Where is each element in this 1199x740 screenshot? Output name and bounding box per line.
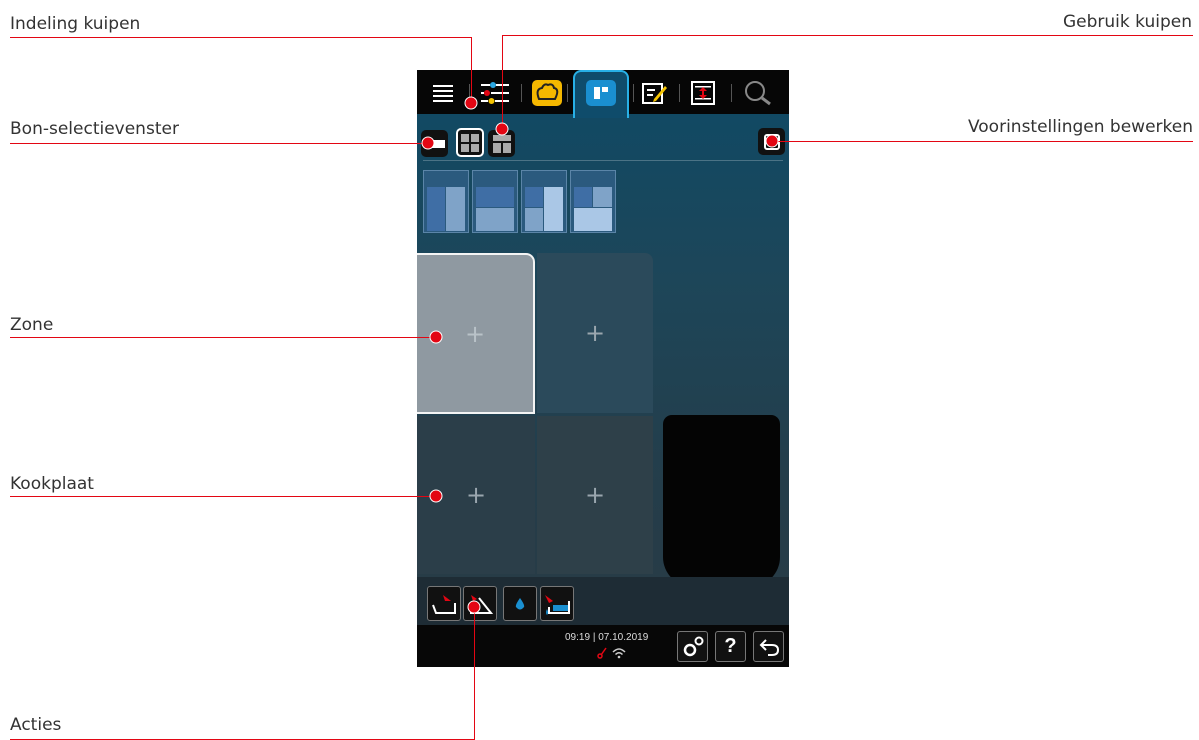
edit-button[interactable] (637, 76, 673, 110)
chef-hat-icon (532, 80, 562, 106)
callout-indeling-kuipen: Indeling kuipen (10, 14, 141, 34)
preset-layout-3[interactable] (521, 170, 567, 233)
callout-line (10, 143, 428, 144)
gears-icon (683, 636, 703, 656)
callout-line (10, 337, 436, 338)
date-text: 07.10.2019 (598, 632, 649, 643)
add-zone-symbol: + (465, 481, 487, 509)
add-zone-symbol: + (584, 319, 606, 347)
chef-button[interactable] (529, 76, 565, 110)
wells-layout-button[interactable] (456, 128, 484, 157)
divider (679, 84, 680, 102)
callout-voorinstellingen-bewerken: Voorinstellingen bewerken (967, 117, 1193, 137)
zone-top-right[interactable]: + (537, 253, 653, 413)
action-tilt-button[interactable] (427, 586, 461, 621)
callout-zone: Zone (10, 315, 54, 335)
cooktop-zone-right[interactable]: + (537, 416, 653, 574)
settings-button[interactable] (677, 631, 708, 662)
list-icon (433, 85, 453, 102)
preset-layout-1[interactable] (423, 170, 469, 233)
search-button[interactable] (741, 76, 777, 110)
callout-line (502, 35, 503, 129)
time-text: 09:19 (565, 632, 591, 643)
connectivity-icon (597, 647, 607, 659)
divider (731, 84, 732, 102)
search-icon (745, 81, 771, 106)
callout-line (502, 35, 1193, 36)
action-fill-button[interactable] (540, 586, 574, 621)
toolbar-divider (423, 160, 783, 161)
preset-layout-2[interactable] (472, 170, 518, 233)
filter-button[interactable] (477, 76, 513, 110)
tilt-icon (432, 594, 456, 614)
wells-layout-icon (586, 80, 616, 106)
callout-dot (467, 600, 481, 614)
wifi-icon (612, 648, 626, 659)
callout-line (10, 496, 436, 497)
sliders-icon (481, 82, 509, 104)
callout-gebruik-kuipen: Gebruik kuipen (1062, 12, 1192, 32)
sort-button[interactable] (685, 76, 721, 110)
wells-tab-icon-wrapper (583, 76, 619, 110)
add-zone-symbol: + (464, 319, 486, 348)
action-water-button[interactable] (503, 586, 537, 621)
callout-line (474, 607, 475, 740)
water-drop-icon (515, 597, 525, 609)
callout-dot (421, 136, 435, 150)
deep-fryer-well (663, 415, 780, 587)
fill-icon (545, 594, 570, 615)
help-icon: ? (724, 635, 737, 657)
divider (567, 84, 568, 102)
preset-layout-4[interactable] (570, 170, 616, 233)
callout-kookplaat: Kookplaat (10, 474, 94, 494)
grid-usage-icon (492, 134, 511, 153)
callout-dot (464, 96, 478, 110)
wells-toolbar (417, 122, 789, 162)
back-arrow-icon (759, 638, 779, 656)
divider (633, 84, 634, 102)
device-screen: + + + + 09:19 | 07.10.2019 ? (417, 70, 789, 667)
callout-line (774, 141, 1193, 142)
clock: 09:19 | 07.10.2019 (565, 632, 648, 643)
callout-line (471, 37, 472, 103)
edit-icon (642, 83, 667, 104)
help-button[interactable]: ? (715, 631, 746, 662)
divider (521, 84, 522, 102)
sort-icon (691, 81, 715, 105)
callout-dot (495, 122, 509, 136)
menu-button[interactable] (425, 76, 461, 110)
callout-bon-selectievenster: Bon-selectievenster (10, 119, 179, 139)
status-bar: 09:19 | 07.10.2019 ? (417, 625, 789, 667)
grid-icon (461, 133, 479, 152)
back-button[interactable] (753, 631, 784, 662)
callout-line (10, 37, 472, 38)
callout-dot (429, 489, 443, 503)
callout-acties: Acties (10, 715, 62, 735)
callout-dot (429, 330, 443, 344)
separator-bar: | (592, 632, 596, 643)
add-zone-symbol: + (584, 481, 606, 509)
callout-dot (765, 134, 779, 148)
